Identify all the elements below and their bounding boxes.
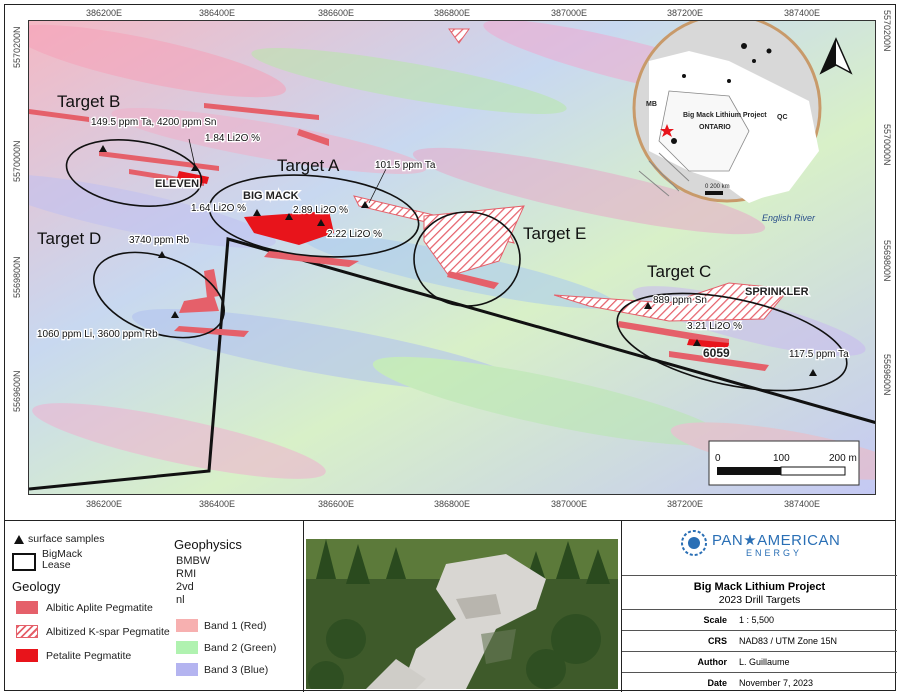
row-key: Scale [703,615,727,625]
legend: surface samples BigMack Lease Geology Al… [4,521,304,692]
inset-label: ONTARIO [699,124,731,131]
scale-tick: 200 m [829,453,857,464]
aplite-swatch [16,601,38,614]
legend-geology-item: Albitized K-spar Pegmatite [46,626,170,638]
y-tick-left: 5569600N [12,370,22,412]
band2-swatch [176,641,198,654]
legend-geology-title: Geology [12,579,61,594]
legend-lease-label: BigMack Lease [42,548,83,571]
location-inset-map: MB Big Mack Lithium Project ONTARIO QC 0… [632,21,822,203]
company-name: PAN★AMERICAN [712,532,841,549]
sample-label: 889 ppm Sn [653,295,707,306]
row-key: CRS [707,636,727,646]
legend-geology-item: Albitic Aplite Pegmatite [46,602,153,614]
band1-swatch [176,619,198,632]
y-tick-right: 5569600N [882,354,892,396]
x-tick-bottom: 386200E [86,499,123,509]
sample-label: 3.21 Li2O % [687,321,742,332]
project-subtitle: 2023 Drill Targets [718,594,801,606]
x-tick-top: 386400E [199,8,236,18]
x-tick-bottom: 386600E [318,499,355,509]
x-tick-top: 386600E [318,8,355,18]
sample-label: 1.84 Li2O % [205,133,260,144]
band3-swatch [176,663,198,676]
x-tick-top: 387000E [551,8,588,18]
y-tick-left: 5570200N [12,26,22,68]
company-subname: ENERGY [746,548,803,558]
legend-geophysics-title: Geophysics [174,537,242,552]
property-label: BIG MACK [243,190,299,202]
inset-label: MB [646,101,657,108]
x-tick-bottom: 387000E [551,499,588,509]
legend-geology-item: Petalite Pegmatite [46,650,132,662]
row-key: Author [697,657,728,667]
scale-tick: 100 [773,453,790,464]
title-row: Author L. Guillaume [622,651,897,672]
x-tick-bottom: 386800E [434,499,471,509]
scale-bar: 0 100 200 m [708,440,860,486]
sample-label: 101.5 ppm Ta [375,160,436,171]
inset-scale: 0 200 km [705,184,730,190]
geophysics-line: BMBW [176,555,211,567]
geophysics-line: RMI [176,568,197,580]
row-key: Date [707,678,727,688]
title-row: CRS NAD83 / UTM Zone 15N [622,630,897,651]
sample-label: 1060 ppm Li, 3600 ppm Rb [37,329,158,340]
x-tick-top: 387200E [667,8,704,18]
project-title: Big Mack Lithium Project [693,581,826,593]
target-label: Target C [647,262,711,281]
petalite-swatch [16,649,38,662]
outcrop-photo [306,539,618,689]
legend-samples-label: surface samples [28,533,105,545]
row-value: November 7, 2023 [739,678,814,688]
title-row: Date November 7, 2023 [622,672,897,693]
pan-american-logo-icon [681,530,707,556]
y-tick-right: 5569800N [882,240,892,282]
scale-tick: 0 [715,453,721,464]
sample-label: 2.22 Li2O % [327,229,382,240]
x-tick-top: 387400E [784,8,821,18]
band-label: Band 1 (Red) [204,620,267,632]
x-tick-bottom: 387200E [667,499,704,509]
title-row: Scale 1 : 5,500 [622,609,897,630]
sample-label: 2.89 Li2O % [293,205,348,216]
x-tick-top: 386200E [86,8,123,18]
inset-label: QC [777,114,788,121]
geophysics-map[interactable]: Target B Target A Target E Target D Targ… [28,20,876,495]
target-label: Target B [57,92,120,111]
x-tick-bottom: 387400E [784,499,821,509]
row-value: L. Guillaume [739,657,790,667]
x-tick-bottom: 386400E [199,499,236,509]
target-label: Target A [277,156,340,175]
map-footer: surface samples BigMack Lease Geology Al… [4,520,897,693]
geophysics-line: 2vd [176,581,194,593]
y-tick-left: 5569800N [12,256,22,298]
sample-label: 3740 ppm Rb [129,235,189,246]
lease-swatch [12,553,36,571]
band-label: Band 2 (Green) [204,642,277,654]
y-tick-right: 5570000N [882,124,892,166]
river-label: English River [762,213,816,223]
y-tick-left: 5570000N [12,140,22,182]
property-label: ELEVEN [155,178,199,190]
geophysics-line: nl [176,594,185,606]
x-tick-top: 386800E [434,8,471,18]
property-label: 6059 [703,346,730,360]
sample-label: 149.5 ppm Ta, 4200 ppm Sn [91,117,216,128]
row-value: 1 : 5,500 [739,615,775,625]
band-label: Band 3 (Blue) [204,664,269,676]
row-value: NAD83 / UTM Zone 15N [739,636,838,646]
title-block: PAN★AMERICAN ENERGY Big Mack Lithium Pro… [621,521,897,693]
y-tick-right: 5570200N [882,10,892,52]
sample-label: 1.64 Li2O % [191,203,246,214]
inset-label: Big Mack Lithium Project [683,112,767,119]
sample-label: 117.5 ppm Ta [789,349,849,360]
property-label: SPRINKLER [745,286,809,298]
albitized-swatch [16,625,38,638]
target-label: Target E [523,224,586,243]
target-label: Target D [37,229,101,248]
